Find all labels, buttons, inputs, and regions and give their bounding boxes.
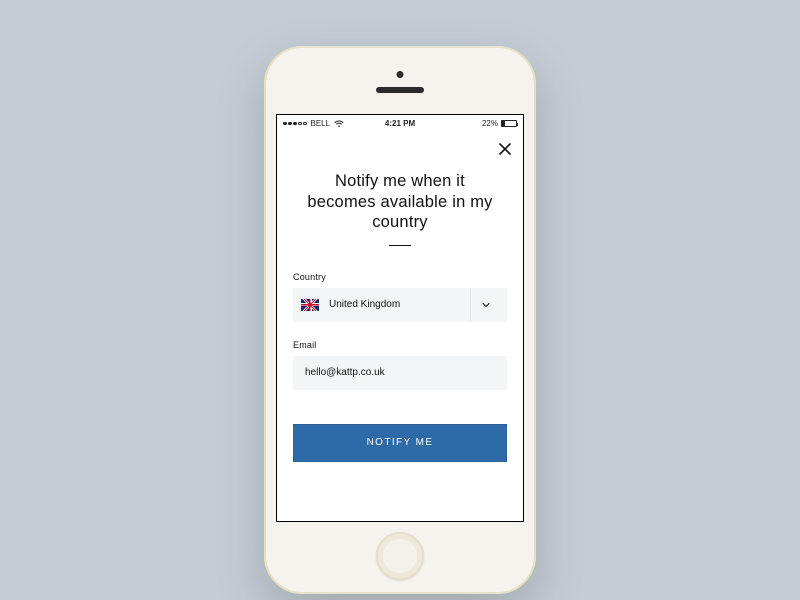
battery-pct: 22%	[482, 119, 498, 128]
uk-flag-icon	[301, 299, 319, 311]
app-screen: BELL 4:21 PM 22% Notify me when it be	[276, 114, 524, 522]
phone-camera	[397, 71, 404, 78]
email-field-wrap	[293, 356, 507, 390]
notify-form: Country United Kingdom Email NOTIFY ME	[293, 272, 507, 462]
notify-me-button[interactable]: NOTIFY ME	[293, 424, 507, 462]
email-input[interactable]	[303, 366, 497, 379]
home-button[interactable]	[376, 532, 424, 580]
modal-heading: Notify me when it becomes available in m…	[305, 171, 495, 233]
country-label: Country	[293, 272, 507, 282]
close-icon	[497, 144, 513, 161]
status-bar: BELL 4:21 PM 22%	[277, 115, 523, 135]
phone-mockup: BELL 4:21 PM 22% Notify me when it be	[264, 46, 536, 594]
country-value: United Kingdom	[329, 299, 470, 310]
close-button[interactable]	[497, 141, 513, 157]
notify-me-label: NOTIFY ME	[367, 437, 434, 448]
heading-divider	[389, 245, 411, 246]
chevron-down-icon	[470, 288, 501, 322]
phone-speaker	[376, 87, 424, 93]
battery-icon	[501, 120, 517, 127]
email-label: Email	[293, 340, 507, 350]
country-select[interactable]: United Kingdom	[293, 288, 507, 322]
